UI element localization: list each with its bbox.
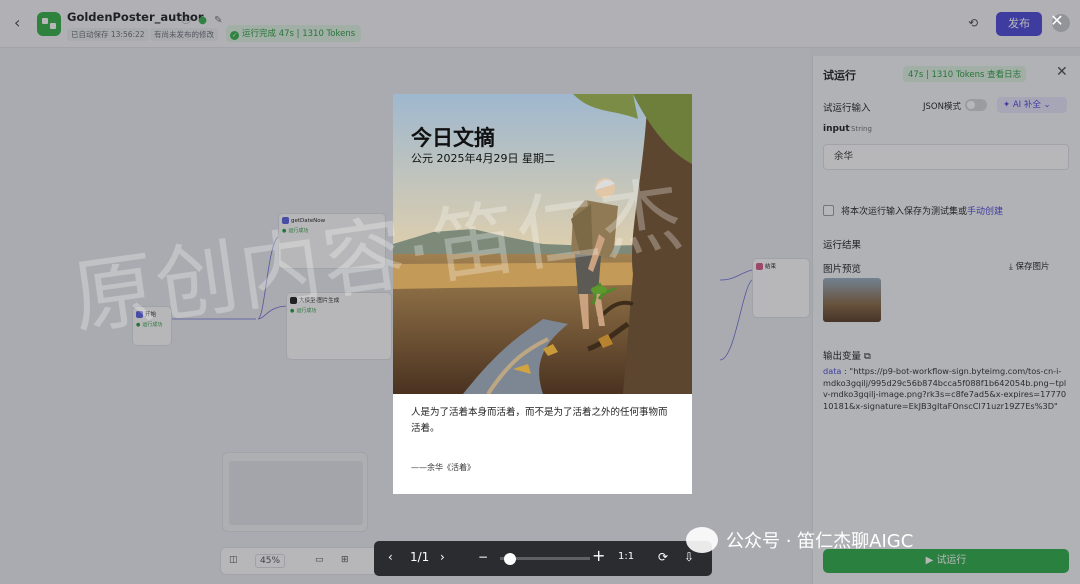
rotate-icon[interactable]: ⟳ <box>658 550 668 564</box>
poster-quote: 人是为了活着本身而活着，而不是为了活着之外的任何事物而活着。 <box>411 407 668 434</box>
prev-arrow-icon[interactable]: ‹ <box>388 550 393 564</box>
zoom-in-icon[interactable]: + <box>592 546 605 565</box>
brand-watermark: 公众号 · 笛仁杰聊AIGC <box>686 527 913 553</box>
poster-date: 公元 2025年4月29日 星期二 <box>411 152 555 165</box>
next-arrow-icon[interactable]: › <box>440 550 445 564</box>
viewer-close-icon[interactable]: ✕ <box>1048 12 1066 30</box>
brand-text: 公众号 · 笛仁杰聊AIGC <box>726 531 914 552</box>
zoom-out-icon[interactable]: − <box>478 550 488 564</box>
zoom-slider-knob[interactable] <box>503 553 516 565</box>
actual-size-icon[interactable]: 1:1 <box>618 551 634 562</box>
wechat-icon <box>686 527 718 553</box>
page-indicator: 1/1 <box>410 550 430 564</box>
poster-heading: 今日文摘 <box>411 126 495 150</box>
poster-source: ——余华《活着》 <box>411 463 475 472</box>
